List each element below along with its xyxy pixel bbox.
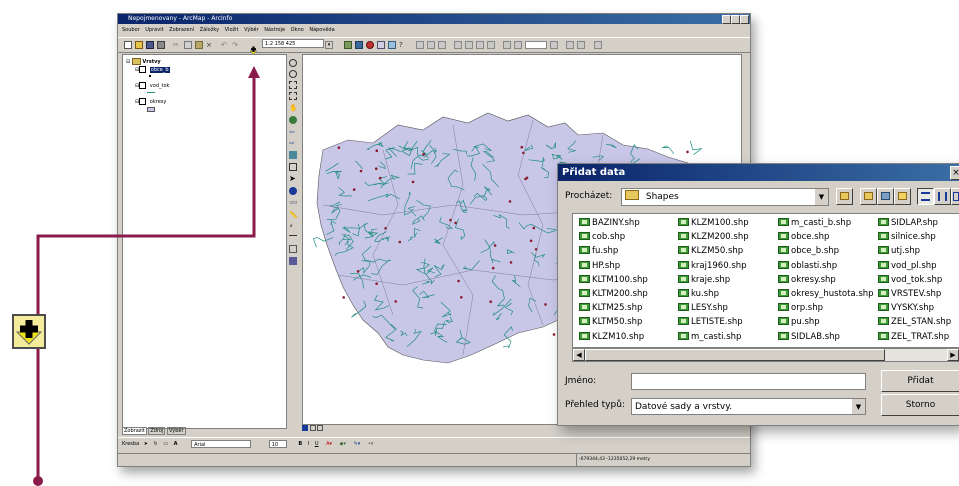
add-data-icon bbox=[12, 314, 46, 349]
arrow-head-icon bbox=[248, 66, 260, 78]
callout-end-dot bbox=[33, 476, 43, 486]
annotation-layer bbox=[33, 66, 260, 486]
callout-line bbox=[36, 74, 256, 314]
